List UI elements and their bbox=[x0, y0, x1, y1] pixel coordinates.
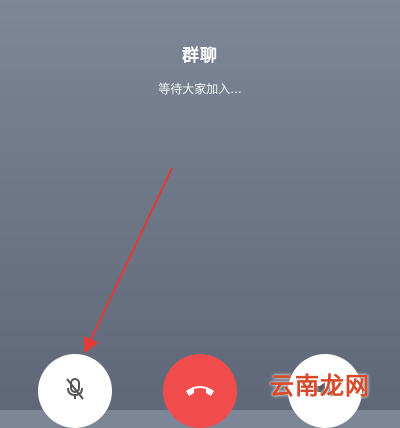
call-title: 群聊 bbox=[182, 46, 218, 66]
call-header: 群聊 等待大家加入... bbox=[0, 44, 400, 98]
phone-hangup-icon bbox=[183, 379, 217, 403]
mic-muted-icon bbox=[61, 375, 89, 407]
mute-button[interactable] bbox=[38, 354, 112, 428]
watermark-logo: 云南龙网 bbox=[270, 371, 370, 400]
hangup-button[interactable] bbox=[163, 354, 237, 428]
call-status: 等待大家加入... bbox=[158, 82, 242, 96]
